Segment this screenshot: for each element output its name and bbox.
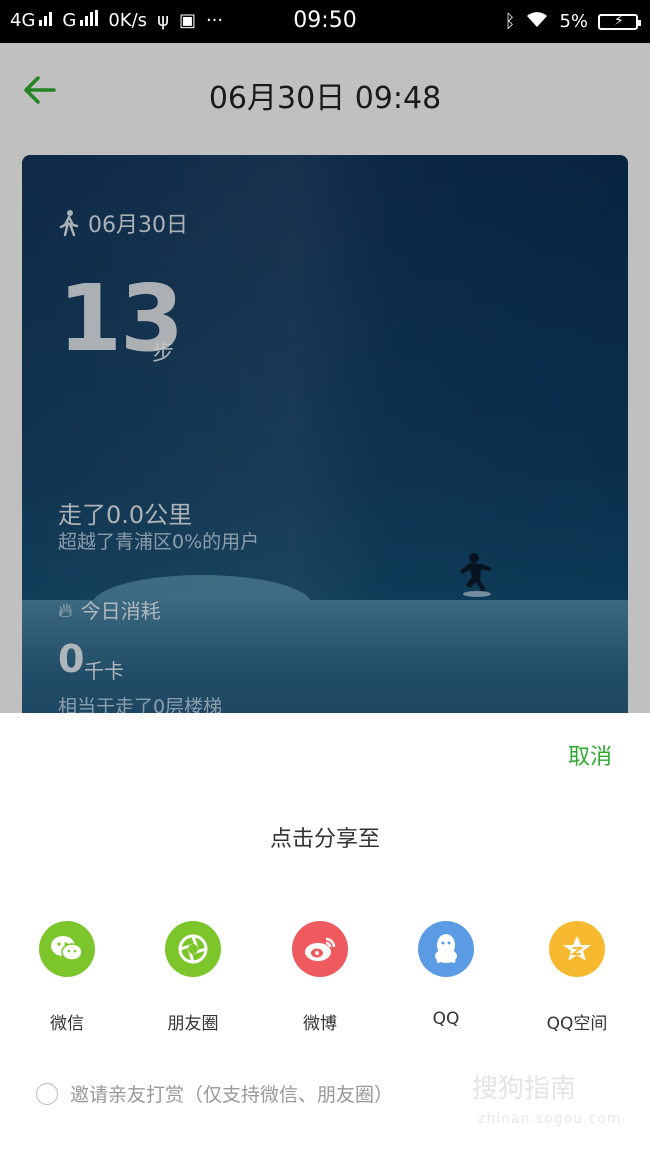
status-right: ᛒ 5% ⚡ — [504, 10, 641, 33]
share-sheet-title: 点击分享至 — [269, 827, 380, 852]
weibo-icon — [292, 921, 348, 977]
bluetooth-icon: ᛒ — [504, 11, 516, 32]
share-qq-label: QQ — [432, 1009, 460, 1029]
share-qzone-button[interactable]: QQ空间 — [522, 921, 632, 1034]
share-qq-button[interactable]: QQ — [391, 921, 501, 1029]
sogou-watermark: 搜狗指南 — [472, 1074, 577, 1104]
sogou-watermark-url: zhinan.sogou.com — [478, 1111, 622, 1127]
battery-percent: 5% — [559, 11, 588, 32]
battery-icon: ⚡ — [598, 13, 641, 30]
share-weibo-button[interactable]: 微博 — [265, 921, 375, 1034]
share-wechat-button[interactable]: 微信 — [12, 921, 122, 1034]
cancel-button[interactable]: 取消 — [568, 739, 612, 771]
wechat-icon — [39, 921, 95, 977]
moments-icon — [165, 921, 221, 977]
share-sheet: 取消 点击分享至 微信 朋友圈 微博 QQ QQ空间 邀请亲友打赏（仅支持微信、… — [0, 713, 650, 1155]
qzone-icon — [549, 921, 605, 977]
wifi-icon — [525, 10, 549, 33]
share-moments-label: 朋友圈 — [167, 1014, 219, 1034]
share-moments-button[interactable]: 朋友圈 — [138, 921, 248, 1034]
reward-radio[interactable] — [36, 1082, 58, 1105]
qq-icon — [418, 921, 474, 977]
share-wechat-label: 微信 — [50, 1014, 84, 1034]
status-bar: 4G G 0K/s ψ ▣ ··· 09:50 ᛒ 5% ⚡ — [0, 0, 650, 43]
reward-label: 邀请亲友打赏（仅支持微信、朋友圈） — [70, 1084, 394, 1106]
share-qzone-label: QQ空间 — [546, 1014, 608, 1034]
invite-reward-option[interactable]: 邀请亲友打赏（仅支持微信、朋友圈） — [36, 1080, 393, 1107]
dim-overlay[interactable] — [0, 43, 650, 715]
share-weibo-label: 微博 — [303, 1014, 337, 1034]
